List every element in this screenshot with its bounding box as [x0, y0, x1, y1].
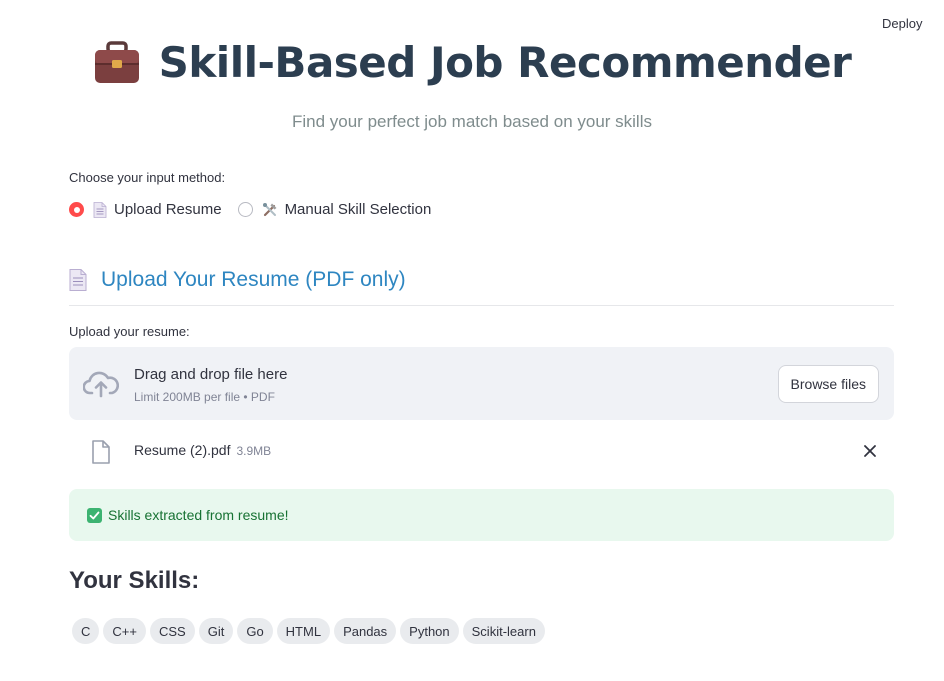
upload-field-label: Upload your resume:: [69, 324, 190, 339]
deploy-button[interactable]: Deploy: [882, 16, 922, 31]
success-message: Skills extracted from resume!: [108, 507, 289, 523]
dropzone-limit-text: Limit 200MB per file • PDF: [134, 390, 275, 404]
input-method-label: Choose your input method:: [69, 170, 226, 185]
skills-list: C C++ CSS Git Go HTML Pandas Python Scik…: [72, 618, 549, 644]
skills-heading: Your Skills:: [69, 567, 200, 594]
cloud-upload-icon: [83, 371, 119, 398]
radio-unselected-indicator[interactable]: [237, 202, 253, 217]
skill-pill: Go: [237, 618, 273, 644]
document-icon: [69, 269, 87, 291]
skill-pill: Scikit-learn: [462, 618, 545, 644]
skill-pill: CSS: [149, 618, 195, 644]
subtitle: Find your perfect job match based on you…: [291, 112, 652, 131]
tools-icon: [262, 202, 277, 216]
document-icon: [93, 201, 107, 218]
radio-upload-resume-label: Upload Resume: [114, 201, 222, 218]
uploaded-file-row: Resume (2).pdf 3.9MB: [69, 438, 894, 466]
title-text: Skill-Based Job Recommender: [158, 38, 852, 87]
briefcase-icon: [94, 40, 139, 83]
success-alert: Skills extracted from resume!: [69, 489, 894, 541]
radio-manual-skill-selection[interactable]: Manual Skill Selection: [237, 201, 432, 218]
skill-pill: C++: [103, 618, 146, 644]
radio-selected-indicator[interactable]: [69, 202, 84, 217]
close-icon[interactable]: [862, 443, 878, 459]
skill-pill: Git: [198, 618, 234, 644]
radio-manual-skill-selection-label: Manual Skill Selection: [284, 201, 432, 218]
skill-pill: Python: [400, 618, 459, 644]
divider: [69, 305, 894, 306]
page-title: Skill-Based Job Recommender: [0, 38, 944, 87]
skill-pill: C: [72, 618, 100, 644]
browse-files-button[interactable]: Browse files: [777, 365, 879, 403]
file-dropzone[interactable]: Drag and drop file here Limit 200MB per …: [69, 347, 894, 420]
section-title: Upload Your Resume (PDF only): [101, 268, 406, 291]
input-method-radio-group: Upload Resume Manual Skill Selection: [69, 201, 447, 218]
file-name: Resume (2).pdf 3.9MB: [134, 442, 271, 458]
file-name-text: Resume (2).pdf: [134, 442, 231, 458]
radio-upload-resume[interactable]: Upload Resume: [69, 201, 222, 218]
file-size: 3.9MB: [236, 444, 272, 458]
dropzone-title: Drag and drop file here: [134, 366, 288, 383]
skill-pill: HTML: [276, 618, 331, 644]
upload-section-heading: Upload Your Resume (PDF only): [69, 268, 406, 292]
skill-pill: Pandas: [334, 618, 397, 644]
check-icon: [87, 507, 102, 523]
file-icon: [92, 440, 110, 464]
